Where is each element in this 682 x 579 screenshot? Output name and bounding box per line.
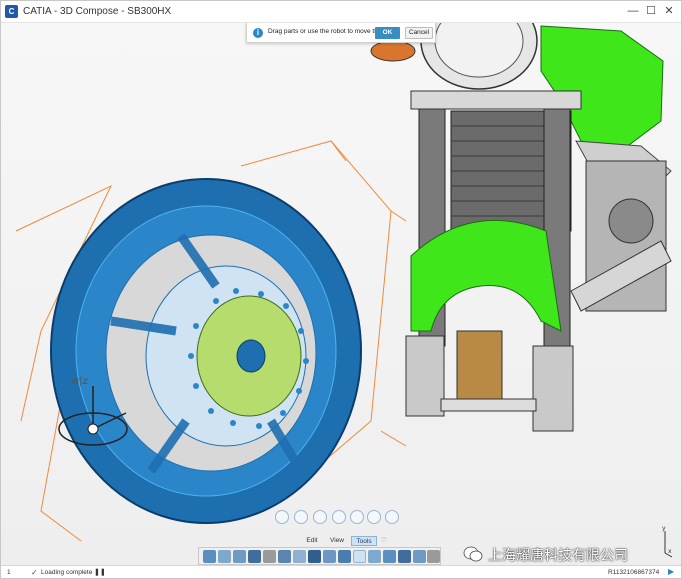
session-id: R1132106867374 [608,569,660,576]
catia-window: C CATIA - 3D Compose - SB300HX — ☐ ✕ w|z… [0,0,682,579]
info-icon: i [253,28,263,38]
move-tool-icon[interactable] [203,550,216,563]
close-button[interactable]: ✕ [660,3,678,20]
export-tool-icon[interactable] [413,550,426,563]
section-tool-icon[interactable] [278,550,291,563]
minimize-button[interactable]: — [624,3,642,20]
bom-tool-icon[interactable] [308,550,321,563]
hint-banner: i Drag parts or use the robot to move th… [246,23,436,43]
add-icon[interactable] [275,510,289,524]
render-tool-icon[interactable] [323,550,336,563]
tab-edit[interactable]: Edit [301,536,323,546]
catia-app-icon: C [5,5,18,18]
hint-message: Drag parts or use the robot to move them… [268,28,389,35]
robot-axis-label: w|z [71,376,88,387]
annotate-icon[interactable] [332,510,346,524]
3d-scene[interactable] [1,23,681,565]
page-indicator: 1 [7,569,11,576]
measure-tool-icon[interactable] [338,550,351,563]
explode-tool-icon[interactable] [248,550,261,563]
action-bar [198,547,441,565]
tab-view[interactable]: View [326,536,348,546]
snapshot-tool-icon[interactable] [293,550,306,563]
link-icon[interactable] [350,510,364,524]
settings-tool-icon[interactable] [427,550,440,563]
motorcycle-assembly[interactable] [370,23,672,432]
window-title: CATIA - 3D Compose - SB300HX [23,6,172,17]
zoom-tool-icon[interactable] [353,550,366,563]
pause-icon[interactable]: ❚❚ [94,568,106,576]
maximize-button[interactable]: ☐ [642,3,660,20]
transform-icon[interactable] [313,510,327,524]
select-icon[interactable] [294,510,308,524]
scale-tool-icon[interactable] [218,550,231,563]
watermark-text: 上海耀唐科技有限公司 [488,548,628,564]
ok-button[interactable]: OK [375,27,400,39]
camera-tool-icon[interactable] [368,550,381,563]
title-bar: C CATIA - 3D Compose - SB300HX — ☐ ✕ [1,1,681,23]
play-icon[interactable]: ▶ [668,567,674,576]
wechat-logo [463,546,483,562]
mirror-icon[interactable] [367,510,381,524]
compass-icon[interactable]: y x [656,523,674,559]
annotation-tool-icon[interactable] [383,550,396,563]
favorites-icon[interactable]: ♡ [379,536,389,546]
status-bar: 1 ✓ Loading complete ❚❚ R1132106867374 ▶ [1,565,681,578]
settings-icon[interactable] [385,510,399,524]
publish-tool-icon[interactable] [398,550,411,563]
compass-x-label: x [668,548,672,555]
cancel-button[interactable]: Cancel [405,27,433,39]
tab-tools[interactable]: Tools [351,536,377,546]
compass-y-label: y [662,525,666,532]
status-message: Loading complete [41,569,93,576]
check-icon: ✓ [31,568,38,577]
selected-front-wheel[interactable] [50,178,362,524]
align-tool-icon[interactable] [233,550,246,563]
3d-viewport[interactable]: w|z i Drag parts or use the robot to mov… [1,23,681,565]
filter-tool-icon[interactable] [263,550,276,563]
